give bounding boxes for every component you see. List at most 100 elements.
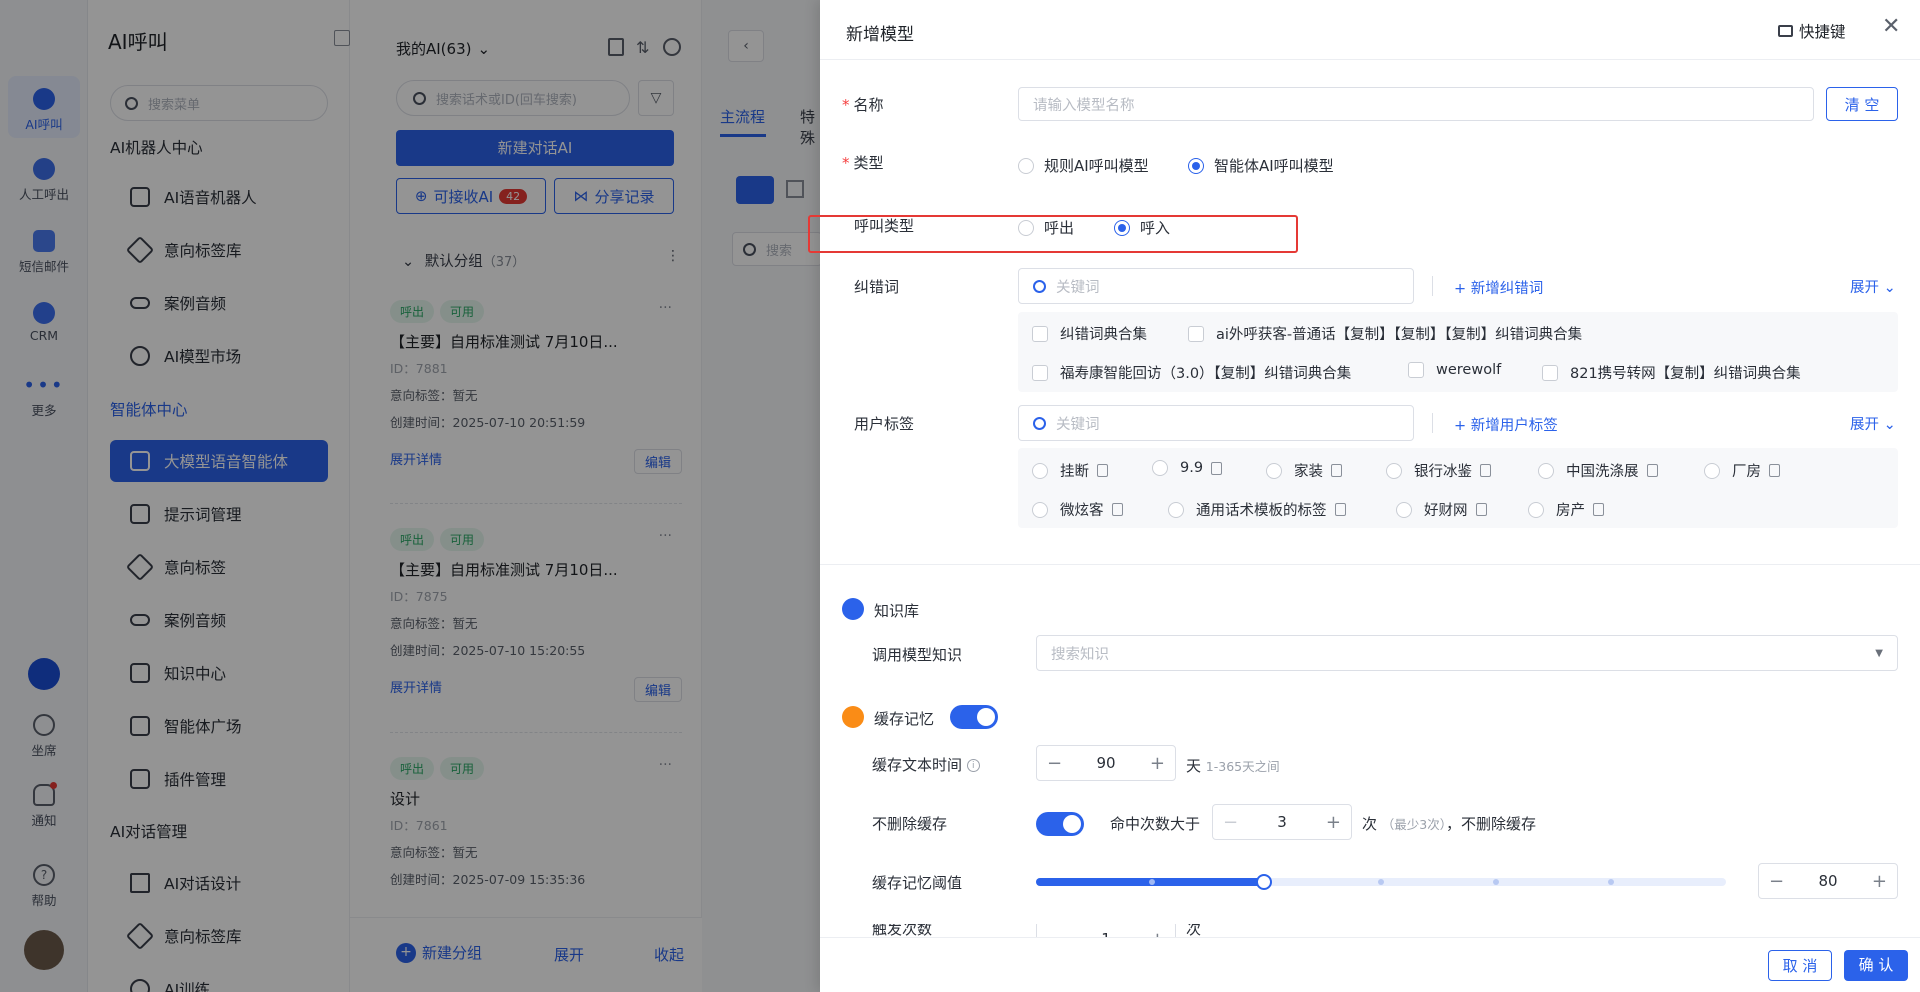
add-user-tag-label: 新增用户标签	[1470, 418, 1558, 434]
add-correction-link[interactable]: + 新增纠错词	[1454, 277, 1543, 298]
user-tag-label-text: 通用话术模板的标签	[1196, 503, 1327, 519]
threshold-stepper[interactable]: − 80 +	[1758, 863, 1898, 899]
confirm-button[interactable]: 确 认	[1844, 950, 1908, 981]
plus-icon: +	[1454, 418, 1471, 434]
trigger-stepper[interactable]: − 1 +	[1036, 924, 1176, 937]
user-tag-radio[interactable]: 挂断	[1032, 460, 1108, 481]
correction-checkbox[interactable]: 纠错词典合集	[1032, 323, 1147, 344]
checkbox-label: 纠错词典合集	[1060, 327, 1147, 343]
model-name-input[interactable]: 请输入模型名称	[1018, 87, 1814, 121]
plus-icon[interactable]: +	[1150, 929, 1165, 938]
correction-checkbox[interactable]: ai外呼获客-普通话【复制】【复制】【复制】纠错词典合集	[1188, 323, 1582, 344]
plus-icon[interactable]: +	[1872, 871, 1887, 892]
correction-label: 纠错词	[854, 278, 900, 296]
correction-search-placeholder: 关键词	[1056, 279, 1100, 296]
cache-memory-icon	[842, 706, 864, 728]
cancel-button[interactable]: 取 消	[1768, 950, 1832, 981]
cache-memory-toggle[interactable]	[950, 705, 998, 729]
radio-label: 呼入	[1140, 219, 1171, 237]
user-tag-radio[interactable]: 房产	[1528, 499, 1604, 520]
cache-time-hint: 1-365天之间	[1205, 759, 1280, 774]
correction-checkbox[interactable]: 福寿康智能回访（3.0）【复制】纠错词典合集	[1032, 362, 1351, 383]
cache-time-stepper[interactable]: − 90 +	[1036, 745, 1176, 781]
threshold-slider-handle[interactable]	[1255, 874, 1272, 890]
user-tag-radio[interactable]: 中国洗涤展	[1538, 460, 1658, 481]
radio-circle	[1032, 501, 1048, 518]
document-icon	[1211, 461, 1223, 475]
radio-circle	[1114, 219, 1130, 236]
document-icon	[1331, 464, 1342, 477]
plus-icon[interactable]: +	[1326, 812, 1341, 833]
kb-placeholder: 搜索知识	[1051, 646, 1109, 663]
drawer-header: 新增模型 快捷键 ✕	[820, 0, 1920, 60]
expand-label: 展开	[1850, 280, 1879, 296]
minus-icon[interactable]: −	[1769, 871, 1784, 892]
expand-label: 展开	[1850, 417, 1879, 433]
cache-time-value: 90	[1096, 754, 1116, 772]
radio-call-out[interactable]: 呼出	[1018, 217, 1074, 238]
modal-overlay[interactable]	[0, 0, 820, 992]
correction-search-input[interactable]: 关键词	[1018, 268, 1414, 304]
correction-checkbox[interactable]: 821携号转网【复制】纠错词典合集	[1542, 362, 1801, 383]
radio-circle	[1018, 219, 1034, 236]
minus-icon[interactable]: −	[1047, 753, 1062, 774]
hit-suffix: ，不删除缓存	[1446, 815, 1537, 833]
threshold-slider-track[interactable]	[1036, 874, 1726, 890]
name-label: * 名称	[842, 94, 884, 115]
checkbox-box	[1032, 325, 1048, 342]
clipped-trigger-row: 触发次数 − 1 + 次	[820, 924, 1920, 937]
chevron-down-icon: ⌄	[1883, 280, 1896, 296]
radio-call-in[interactable]: 呼入	[1114, 217, 1170, 238]
info-icon[interactable]: i	[966, 759, 980, 772]
no-delete-toggle[interactable]	[1036, 812, 1084, 836]
user-tag-label-text: 挂断	[1060, 464, 1089, 480]
trigger-unit: 次	[1186, 924, 1202, 937]
slider-step-dot	[1378, 879, 1384, 885]
user-tag-radio[interactable]: 通用话术模板的标签	[1168, 499, 1346, 520]
user-tag-radio[interactable]: 好财网	[1396, 499, 1487, 520]
hit-unit-line: 次 （最少3次），不删除缓存	[1362, 813, 1536, 834]
correction-checkbox[interactable]: werewolf	[1408, 362, 1501, 378]
clear-button[interactable]: 清 空	[1826, 87, 1898, 121]
knowledge-base-icon	[842, 598, 864, 620]
close-icon[interactable]: ✕	[1882, 14, 1900, 39]
checkbox-box	[1408, 362, 1424, 378]
user-tag-radio[interactable]: 家装	[1266, 460, 1342, 481]
keyboard-icon	[1778, 25, 1793, 37]
divider	[1432, 276, 1433, 296]
user-tag-radio[interactable]: 银行冰鉴	[1386, 460, 1491, 481]
hit-count-stepper[interactable]: − 3 +	[1212, 804, 1352, 840]
user-tag-search-input[interactable]: 关键词	[1018, 405, 1414, 441]
document-icon	[1334, 503, 1346, 516]
kb-title: 知识库	[874, 602, 920, 620]
hit-count-value: 3	[1277, 813, 1287, 831]
radio-agent-model[interactable]: 智能体AI呼叫模型	[1188, 155, 1334, 176]
checkbox-box	[1032, 364, 1048, 381]
user-tag-radio[interactable]: 微炫客	[1032, 499, 1123, 520]
user-tag-label-text: 银行冰鉴	[1414, 464, 1472, 480]
minus-icon[interactable]: −	[1047, 929, 1062, 938]
user-tag-label-text: 9.9	[1180, 460, 1204, 476]
kb-select[interactable]: 搜索知识 ▼	[1036, 635, 1898, 671]
threshold-label: 缓存记忆阈值	[872, 874, 963, 892]
required-mark: *	[842, 96, 850, 114]
user-tag-radio[interactable]: 厂房	[1704, 460, 1780, 481]
radio-rule-model[interactable]: 规则AI呼叫模型	[1018, 155, 1149, 176]
document-icon	[1646, 464, 1658, 477]
user-tag-label-text: 好财网	[1424, 503, 1468, 519]
user-tag-expand-link[interactable]: 展开 ⌄	[1850, 413, 1896, 434]
correction-expand-link[interactable]: 展开 ⌄	[1850, 276, 1896, 297]
radio-circle	[1396, 501, 1412, 518]
minus-icon[interactable]: −	[1223, 812, 1238, 833]
user-tag-radio[interactable]: 9.9	[1152, 460, 1223, 476]
add-user-tag-link[interactable]: + 新增用户标签	[1454, 414, 1558, 435]
type-label-text: 类型	[853, 154, 884, 172]
shortcut-button[interactable]: 快捷键	[1778, 20, 1846, 42]
slider-step-dot	[1608, 879, 1614, 885]
new-model-drawer: 新增模型 快捷键 ✕ * 名称 请输入模型名称 清 空 * 类型 规则AI呼叫模型 …	[808, 0, 1920, 992]
correction-panel: 纠错词典合集 ai外呼获客-普通话【复制】【复制】【复制】纠错词典合集 福寿康智…	[1018, 312, 1898, 392]
plus-icon[interactable]: +	[1150, 753, 1165, 774]
radio-circle	[1386, 462, 1402, 479]
document-icon	[1480, 464, 1491, 477]
document-icon	[1111, 503, 1123, 516]
